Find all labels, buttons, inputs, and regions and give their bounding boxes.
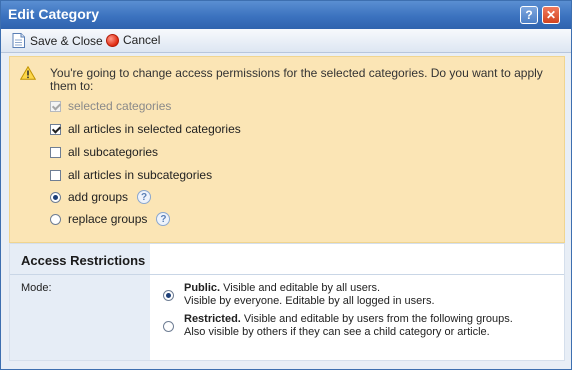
save-close-button[interactable]: Save & Close xyxy=(12,33,103,48)
close-button[interactable]: ✕ xyxy=(542,6,560,24)
checkbox-all-articles-selected[interactable] xyxy=(50,123,61,135)
mode-public[interactable]: Public. Visible and editable by all user… xyxy=(163,282,435,308)
save-close-label: Save & Close xyxy=(30,33,103,48)
radio-replace-groups[interactable] xyxy=(50,213,61,225)
warning-message: You're going to change access permission… xyxy=(50,66,543,93)
warning-icon xyxy=(19,65,37,83)
mode-restricted-name: Restricted. xyxy=(184,313,241,325)
mode-label: Mode: xyxy=(21,282,52,294)
access-title: Access Restrictions xyxy=(21,253,146,268)
cancel-icon xyxy=(106,33,119,47)
option-label: replace groups xyxy=(68,212,148,226)
help-icon[interactable]: ? xyxy=(137,190,152,204)
radio-mode-restricted[interactable] xyxy=(163,321,174,332)
checkbox-selected-categories xyxy=(50,100,61,112)
window-title: Edit Category xyxy=(8,6,100,22)
cancel-button[interactable]: Cancel xyxy=(106,33,160,47)
option-add-groups[interactable]: add groups ? xyxy=(50,190,152,204)
toolbar: Save & Close Cancel xyxy=(1,29,571,53)
warning-panel: You're going to change access permission… xyxy=(9,56,565,243)
mode-restricted[interactable]: Restricted. Visible and editable by user… xyxy=(163,313,513,339)
mode-restricted-line2: Also visible by others if they can see a… xyxy=(184,326,490,338)
option-replace-groups[interactable]: replace groups ? xyxy=(50,212,171,226)
option-all-articles-selected[interactable]: all articles in selected categories xyxy=(50,122,241,136)
radio-add-groups[interactable] xyxy=(50,191,61,203)
cancel-label: Cancel xyxy=(123,33,161,47)
option-label: all articles in selected categories xyxy=(68,122,241,136)
save-document-icon xyxy=(12,33,26,48)
checkbox-all-articles-subcategories[interactable] xyxy=(50,169,61,181)
option-selected-categories: selected categories xyxy=(50,99,171,113)
option-label: add groups xyxy=(68,190,129,204)
option-label: all articles in subcategories xyxy=(68,168,213,182)
access-header: Access Restrictions xyxy=(10,244,150,274)
option-all-subcategories[interactable]: all subcategories xyxy=(50,145,158,159)
checkbox-all-subcategories[interactable] xyxy=(50,146,61,158)
question-icon: ? xyxy=(525,8,533,22)
help-icon[interactable]: ? xyxy=(156,212,171,226)
title-bar[interactable]: Edit Category ? ✕ xyxy=(1,1,571,29)
option-all-articles-subcategories[interactable]: all articles in subcategories xyxy=(50,168,212,182)
mode-restricted-text: Restricted. Visible and editable by user… xyxy=(184,313,513,339)
option-label: all subcategories xyxy=(68,145,159,159)
access-restrictions-panel: Access Restrictions Mode: Public. Visibl… xyxy=(9,243,565,361)
mode-restricted-line1: Visible and editable by users from the f… xyxy=(243,313,513,325)
mode-public-name: Public. xyxy=(184,282,221,294)
help-button[interactable]: ? xyxy=(520,6,538,24)
mode-public-text: Public. Visible and editable by all user… xyxy=(184,282,435,308)
radio-mode-public[interactable] xyxy=(163,290,174,301)
edit-category-window: Edit Category ? ✕ Save & Close Cancel Yo… xyxy=(0,0,572,370)
option-label: selected categories xyxy=(68,99,172,113)
mode-public-line2: Visible by everyone. Editable by all log… xyxy=(184,295,435,307)
mode-public-line1: Visible and editable by all users. xyxy=(223,282,381,294)
close-icon: ✕ xyxy=(545,8,557,22)
